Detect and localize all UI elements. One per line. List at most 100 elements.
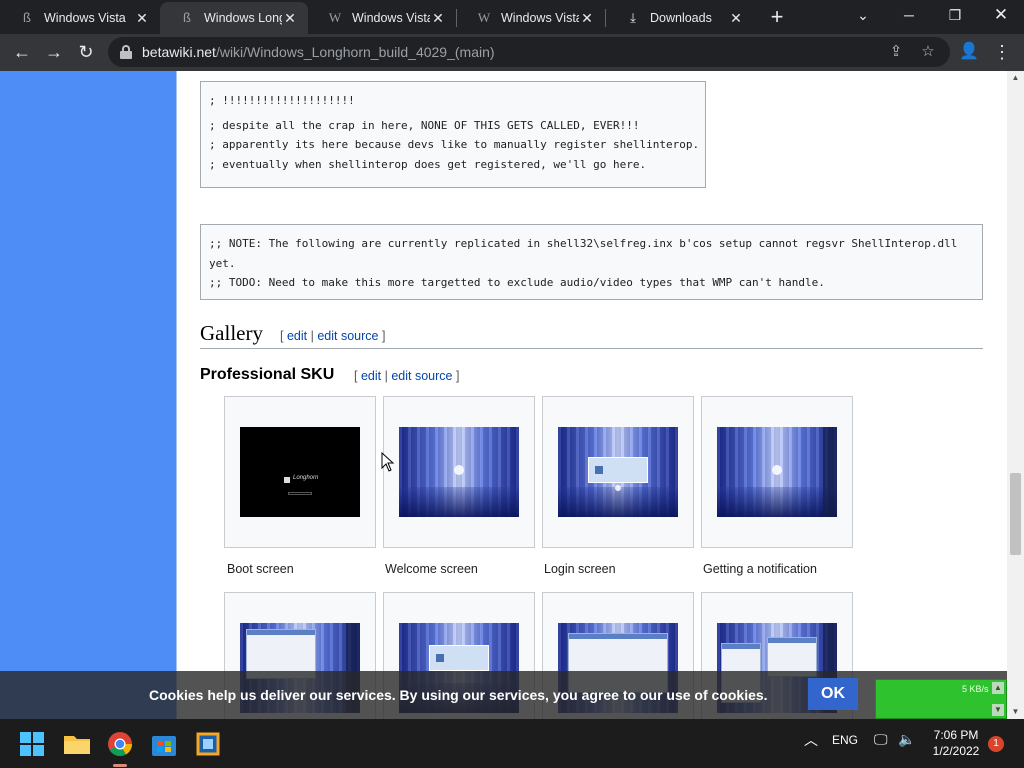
tab-title: Windows Vista (	[501, 11, 579, 25]
tab-strip: ß Windows Vista ✕ ß Windows Longh ✕ W Wi…	[0, 0, 1024, 34]
network-monitor-widget[interactable]: 5 KB/s ▲ ▼	[875, 679, 1007, 719]
code-line: ; !!!!!!!!!!!!!!!!!!!!	[209, 94, 355, 107]
tab-title: Downloads	[650, 11, 712, 25]
betawiki-icon: ß	[183, 10, 191, 25]
chrome-icon[interactable]	[103, 727, 137, 761]
subsection-heading: Professional SKU	[200, 366, 335, 383]
code-line: ; apparently its here because devs like …	[209, 138, 700, 151]
browser-toolbar: ← → ↻ betawiki.net/wiki/Windows_Longhorn…	[0, 34, 1024, 71]
lock-icon[interactable]	[120, 45, 132, 59]
tab-downloads[interactable]: ⤓ Downloads ✕	[606, 2, 754, 34]
network-rate: 5 KB/s	[962, 684, 989, 694]
code-block: ;; NOTE: The following are currently rep…	[200, 224, 983, 300]
mouse-cursor-icon	[381, 452, 395, 472]
cookie-message: Cookies help us deliver our services. By…	[149, 687, 768, 703]
chevron-down-icon[interactable]: ▼	[992, 704, 1004, 716]
wikipedia-icon: W	[328, 10, 342, 25]
close-tab-icon[interactable]: ✕	[134, 10, 150, 26]
cookie-ok-button[interactable]: OK	[808, 678, 858, 710]
link-separator: |	[384, 369, 388, 383]
gallery-caption: Welcome screen	[385, 562, 478, 576]
chevron-up-icon[interactable]: ▲	[992, 682, 1004, 694]
clock-time: 7:06 PM	[933, 728, 979, 742]
bracket-open: [	[354, 369, 358, 383]
url-text[interactable]: betawiki.net/wiki/Windows_Longhorn_build…	[142, 44, 495, 60]
file-explorer-icon[interactable]	[60, 727, 94, 761]
close-tab-icon[interactable]: ✕	[430, 10, 446, 26]
cookie-banner: Cookies help us deliver our services. By…	[0, 671, 1007, 719]
left-background-panel	[0, 71, 176, 719]
active-app-indicator	[113, 764, 127, 767]
tray-overflow-chevron-icon[interactable]: ︿	[804, 730, 818, 750]
tab-title: Windows Vista (	[352, 11, 430, 25]
code-block: ; !!!!!!!!!!!!!!!!!!!! ; despite all the…	[200, 81, 706, 188]
tab-windows-longhorn[interactable]: ß Windows Longh ✕	[160, 2, 308, 34]
gallery-item[interactable]	[701, 396, 853, 548]
boot-screen-thumbnail[interactable]: Longhorn	[240, 427, 360, 517]
scroll-down-arrow[interactable]: ▼	[1007, 705, 1024, 719]
clock-date: 1/2/2022	[932, 744, 980, 758]
article-content: ; !!!!!!!!!!!!!!!!!!!! ; despite all the…	[177, 71, 1007, 719]
clock[interactable]: 7:06 PM 1/2/2022	[928, 727, 984, 759]
back-button[interactable]: ←	[8, 38, 36, 66]
boot-progress-bar	[288, 492, 312, 495]
address-bar[interactable]: betawiki.net/wiki/Windows_Longhorn_build…	[108, 37, 950, 67]
windows-logo: Longhorn	[284, 475, 318, 489]
code-line: ;; NOTE: The following are currently rep…	[209, 237, 958, 250]
windows-taskbar: ︿ ENG 🖵 🔈 7:06 PM 1/2/2022 1	[0, 719, 1024, 768]
download-icon: ⤓	[630, 10, 636, 25]
gallery-caption: Getting a notification	[703, 562, 817, 576]
forward-button[interactable]: →	[40, 38, 68, 66]
reload-button[interactable]: ↻	[72, 38, 100, 66]
bracket-open: [	[280, 329, 284, 343]
link-separator: |	[310, 329, 314, 343]
microsoft-store-icon[interactable]	[147, 727, 181, 761]
bookmark-star-icon[interactable]: ☆	[918, 42, 938, 62]
restore-button[interactable]: ❐	[932, 0, 978, 30]
betawiki-icon: ß	[23, 10, 31, 25]
heading-rule	[200, 348, 983, 349]
new-tab-button[interactable]: +	[764, 5, 790, 31]
bracket-close: ]	[455, 369, 460, 383]
page-viewport: ; !!!!!!!!!!!!!!!!!!!! ; despite all the…	[0, 71, 1024, 719]
gallery-caption: Login screen	[544, 562, 616, 576]
gallery-edit-links: [ edit | edit source ]	[280, 329, 385, 343]
language-indicator[interactable]: ENG	[832, 733, 858, 747]
close-tab-icon[interactable]: ✕	[728, 10, 744, 26]
profile-icon[interactable]: 👤	[955, 38, 983, 66]
tab-windows-vista-3[interactable]: W Windows Vista ( ✕	[457, 2, 605, 34]
page-scrollbar[interactable]: ▲ ▼	[1007, 71, 1024, 719]
edit-link[interactable]: edit	[287, 329, 307, 343]
tab-windows-vista-2[interactable]: W Windows Vista ( ✕	[308, 2, 456, 34]
notification-thumbnail[interactable]	[717, 427, 837, 517]
login-screen-thumbnail[interactable]	[558, 427, 678, 517]
tab-windows-vista-1[interactable]: ß Windows Vista ✕	[0, 2, 160, 34]
close-window-button[interactable]: ✕	[978, 0, 1024, 30]
share-icon[interactable]: ⇪	[886, 42, 906, 62]
edit-source-link[interactable]: edit source	[391, 369, 452, 383]
gallery-item[interactable]: Longhorn	[224, 396, 376, 548]
bracket-close: ]	[381, 329, 386, 343]
close-tab-icon[interactable]: ✕	[579, 10, 595, 26]
close-tab-icon[interactable]: ✕	[282, 10, 298, 26]
subsection-edit-links: [ edit | edit source ]	[354, 369, 459, 383]
start-icon[interactable]	[15, 727, 49, 761]
volume-icon[interactable]: 🔈	[898, 731, 915, 748]
network-icon[interactable]: 🖵	[874, 731, 888, 748]
minimize-button[interactable]: ─	[886, 0, 932, 30]
tab-title: Windows Longh	[204, 11, 282, 25]
edit-source-link[interactable]: edit source	[317, 329, 378, 343]
notification-badge[interactable]: 1	[988, 736, 1004, 752]
menu-icon[interactable]: ⋮	[988, 38, 1016, 66]
tab-search-button[interactable]: ⌄	[840, 0, 886, 30]
welcome-screen-thumbnail[interactable]	[399, 427, 519, 517]
wikipedia-icon: W	[477, 10, 491, 25]
scroll-thumb[interactable]	[1010, 473, 1021, 555]
edit-link[interactable]: edit	[361, 369, 381, 383]
scroll-up-arrow[interactable]: ▲	[1007, 71, 1024, 85]
code-line: yet.	[209, 256, 236, 270]
virtualbox-icon[interactable]	[191, 727, 225, 761]
gallery-item[interactable]	[383, 396, 535, 548]
gallery-item[interactable]	[542, 396, 694, 548]
gallery-heading: Gallery	[200, 321, 263, 345]
